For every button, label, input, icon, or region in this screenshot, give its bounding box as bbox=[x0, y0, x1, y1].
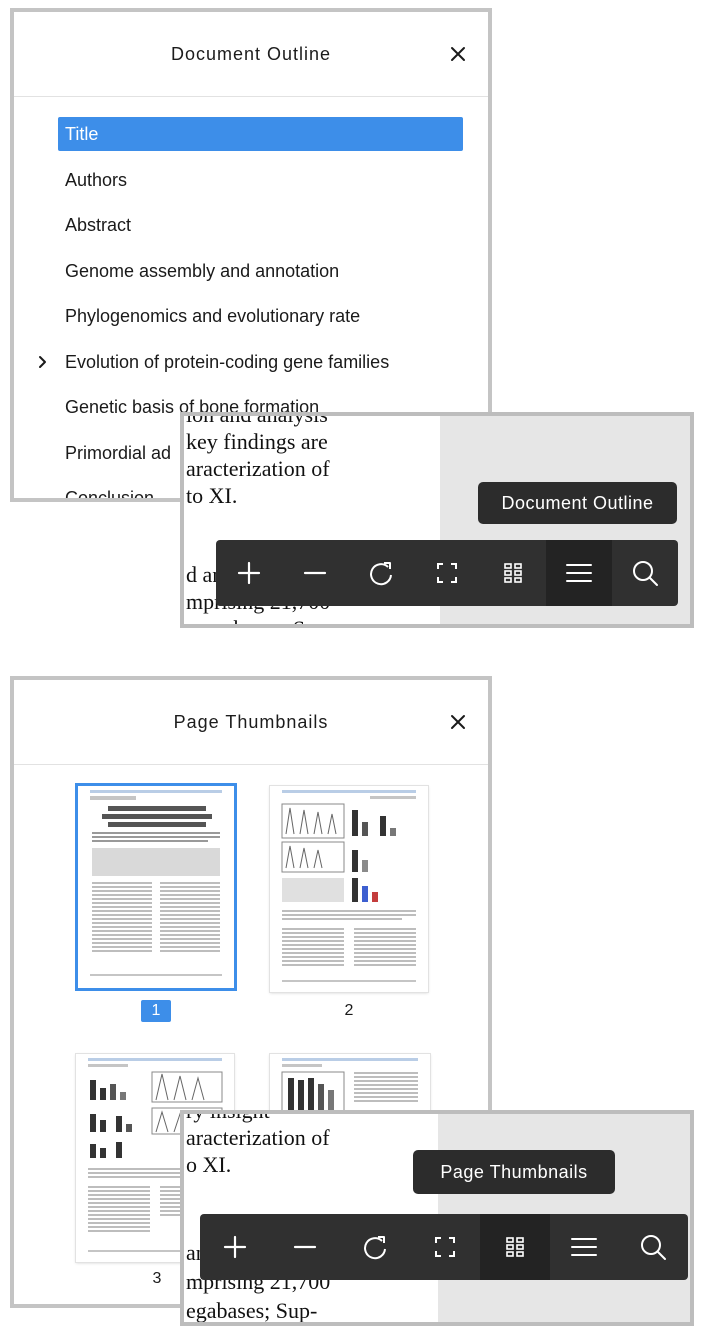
document-text-line: aracterization of bbox=[186, 1125, 330, 1150]
thumbnails-panel-title: Page Thumbnails bbox=[173, 712, 329, 732]
thumbnails-panel-header: Page Thumbnails bbox=[14, 680, 488, 765]
thumbnails-button[interactable] bbox=[480, 540, 546, 606]
fullscreen-button[interactable] bbox=[414, 540, 480, 606]
document-text-line: ion and analysis bbox=[186, 416, 328, 428]
outline-icon bbox=[566, 564, 592, 582]
viewer-toolbar-bottom bbox=[200, 1214, 688, 1280]
minus-icon bbox=[303, 571, 327, 575]
outline-button[interactable] bbox=[546, 540, 612, 606]
tooltip: Page Thumbnails bbox=[413, 1150, 615, 1194]
rotate-icon bbox=[364, 1236, 386, 1260]
chevron-right-icon bbox=[39, 356, 46, 368]
document-text-line: to XI. bbox=[186, 483, 238, 508]
document-text-line: o XI. bbox=[186, 1152, 232, 1177]
outline-icon bbox=[571, 1238, 597, 1256]
thumbnail-page-1[interactable] bbox=[78, 786, 234, 988]
viewer-toolbar-top bbox=[216, 540, 678, 606]
close-icon bbox=[451, 715, 465, 729]
plus-icon bbox=[237, 561, 261, 585]
outline-item-phylogenomics[interactable]: Phylogenomics and evolutionary rate bbox=[58, 299, 463, 333]
search-icon bbox=[633, 561, 658, 586]
search-icon bbox=[641, 1235, 666, 1260]
outline-panel-title: Document Outline bbox=[170, 44, 332, 64]
document-text-line: egabases; Sup- bbox=[186, 1298, 318, 1323]
grid-icon bbox=[504, 563, 522, 583]
page-preview bbox=[281, 790, 416, 982]
fullscreen-icon bbox=[435, 1237, 455, 1257]
fullscreen-button[interactable] bbox=[410, 1214, 480, 1280]
tooltip: Document Outline bbox=[478, 482, 677, 524]
zoom-out-button[interactable] bbox=[270, 1214, 340, 1280]
page-preview bbox=[90, 790, 222, 976]
rotate-button[interactable] bbox=[348, 540, 414, 606]
minus-icon bbox=[293, 1245, 317, 1249]
zoom-out-button[interactable] bbox=[282, 540, 348, 606]
rotate-icon bbox=[370, 562, 392, 586]
outline-item-authors[interactable]: Authors bbox=[58, 163, 463, 197]
outline-item-genome-assembly[interactable]: Genome assembly and annotation bbox=[58, 254, 463, 288]
close-icon bbox=[451, 47, 465, 61]
outline-close-button[interactable] bbox=[442, 38, 474, 70]
outline-item-title[interactable]: Title bbox=[58, 117, 463, 151]
document-text-line: megabases; Sup- bbox=[186, 616, 334, 624]
outline-expand-toggle[interactable] bbox=[36, 345, 50, 379]
outline-button[interactable] bbox=[550, 1214, 618, 1280]
document-text-line: aracterization of bbox=[186, 456, 330, 481]
fullscreen-icon bbox=[437, 563, 457, 583]
thumbnails-close-button[interactable] bbox=[442, 706, 474, 738]
search-button[interactable] bbox=[618, 1214, 688, 1280]
plus-icon bbox=[223, 1235, 247, 1259]
thumbnails-button[interactable] bbox=[480, 1214, 550, 1280]
thumbnail-page-number: 2 bbox=[344, 1002, 354, 1019]
document-text-line: ry insight bbox=[186, 1114, 270, 1124]
zoom-in-button[interactable] bbox=[216, 540, 282, 606]
thumbnail-page-number: 1 bbox=[141, 1000, 171, 1022]
outline-item-abstract[interactable]: Abstract bbox=[58, 208, 463, 242]
thumbnail-page-number: 3 bbox=[152, 1270, 162, 1287]
rotate-button[interactable] bbox=[340, 1214, 410, 1280]
zoom-in-button[interactable] bbox=[200, 1214, 270, 1280]
grid-icon bbox=[506, 1237, 524, 1257]
thumbnail-page-2[interactable] bbox=[270, 786, 428, 992]
outline-item-protein-coding[interactable]: Evolution of protein-coding gene familie… bbox=[58, 345, 463, 379]
document-text-line: key findings are bbox=[186, 429, 328, 454]
search-button[interactable] bbox=[612, 540, 678, 606]
outline-panel-header: Document Outline bbox=[14, 12, 488, 97]
